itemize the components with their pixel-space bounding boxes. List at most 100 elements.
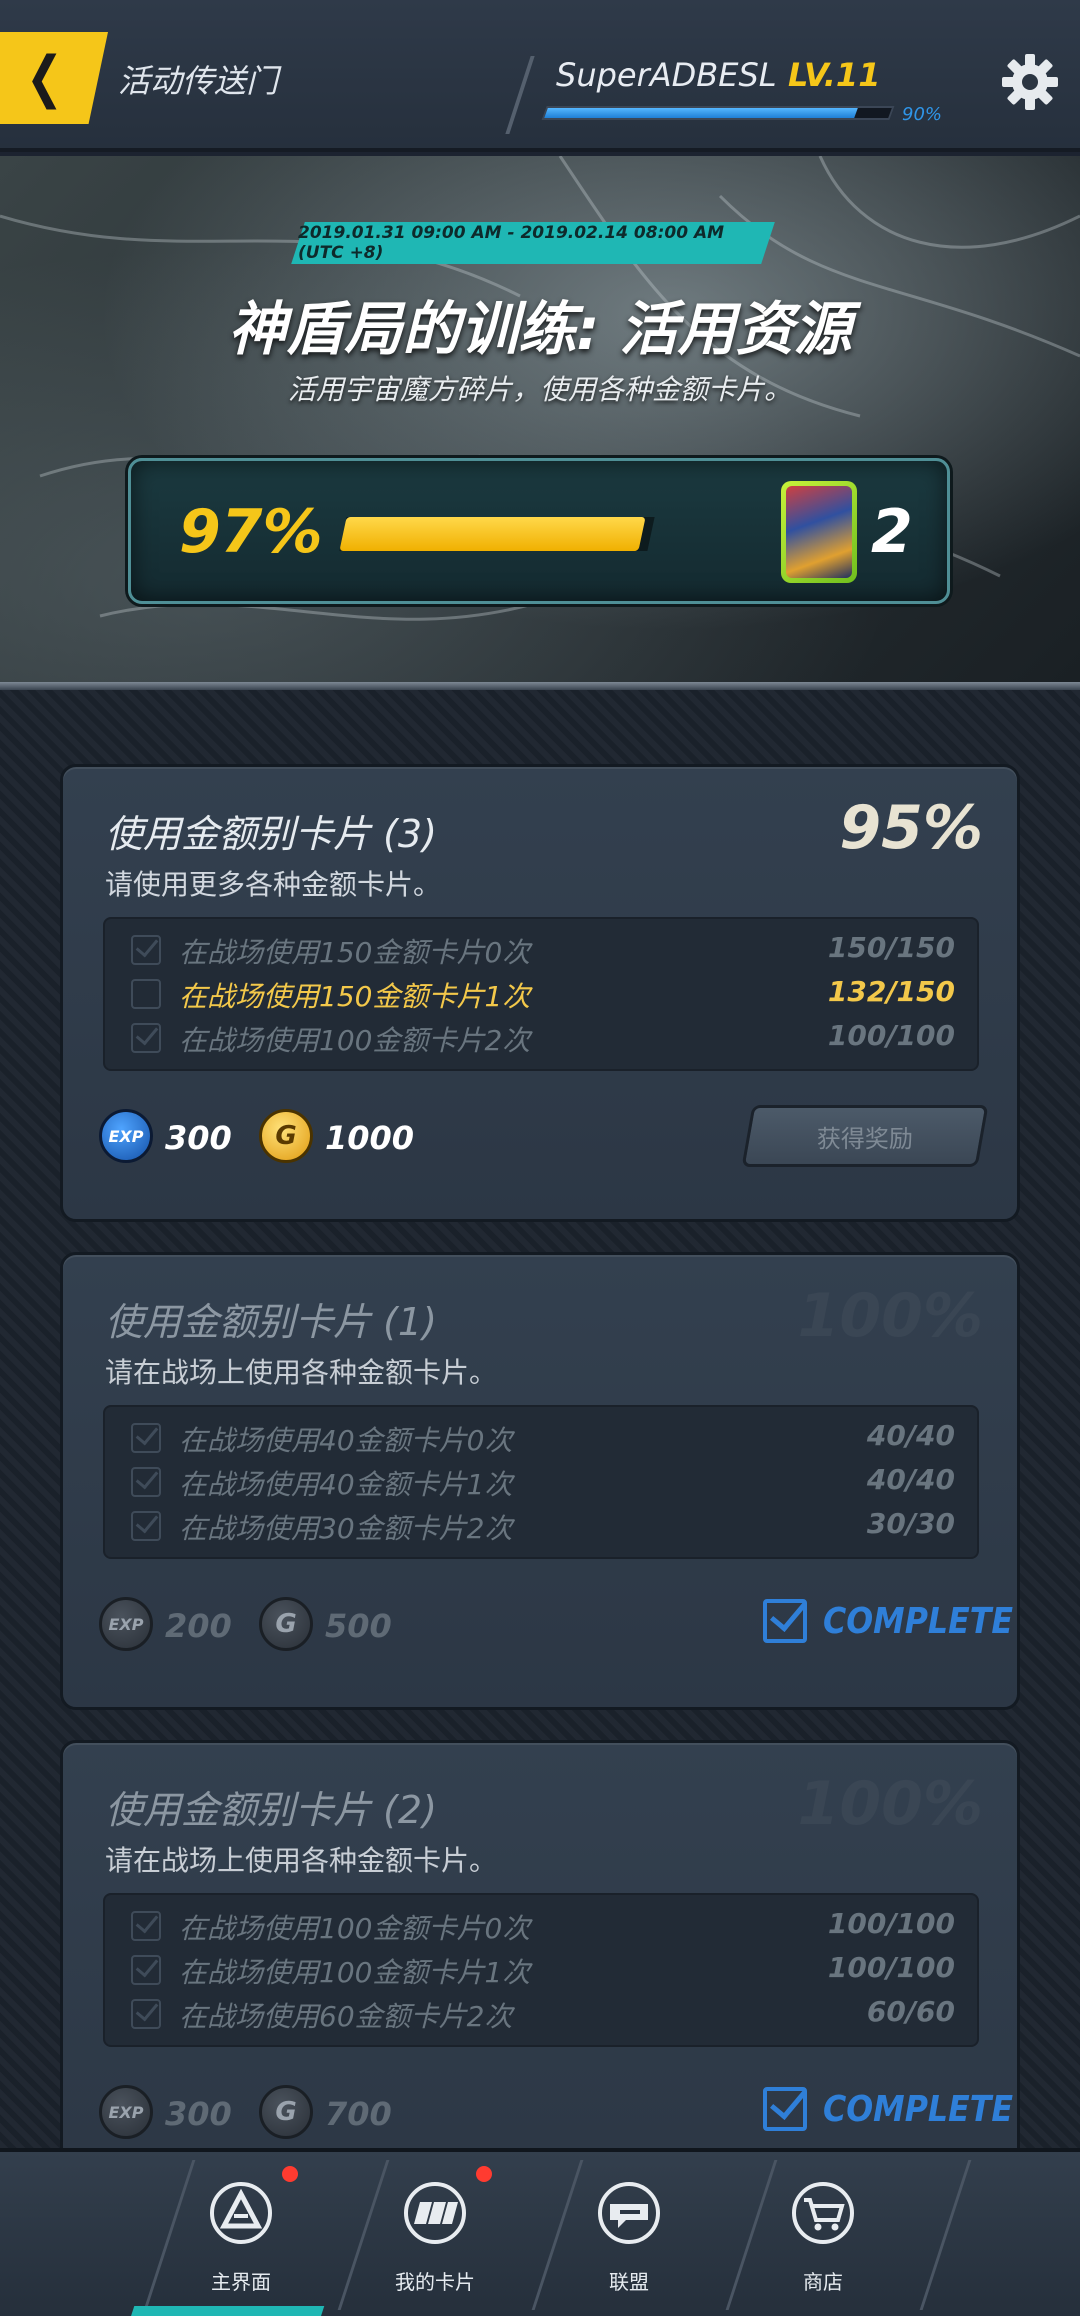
task-progress: 100/100 — [827, 1951, 955, 1984]
gold-coin-icon: G — [259, 2085, 313, 2139]
header-divider — [505, 56, 535, 134]
mission-desc: 请使用更多各种金额卡片。 — [105, 868, 442, 901]
back-chevron-icon: ❮ — [25, 45, 63, 110]
checkbox-icon — [131, 935, 161, 965]
alliance-icon — [598, 2182, 660, 2244]
complete-status: COMPLETE — [763, 2081, 1013, 2141]
complete-label: COMPLETE — [823, 1601, 1014, 1642]
event-progress-fill — [339, 517, 646, 551]
checkbox-icon — [131, 1999, 161, 2029]
mission-card: 使用金额别卡片 (3) 请使用更多各种金额卡片。 95% 在战场使用150金额卡… — [60, 764, 1020, 1222]
claim-reward-label: 获得奖励 — [817, 1124, 913, 1153]
gold-reward: 700 — [325, 2095, 392, 2133]
task-list: 在战场使用40金额卡片0次 40/40 在战场使用40金额卡片1次 40/40 … — [103, 1405, 979, 1559]
task-row: 在战场使用100金额卡片1次 100/100 — [105, 1947, 981, 1991]
task-row: 在战场使用40金额卡片1次 40/40 — [105, 1459, 981, 1503]
gold-reward: 1000 — [325, 1119, 415, 1157]
xp-bar — [541, 106, 895, 120]
page-title: 活动传送门 — [118, 62, 279, 100]
bottom-nav: 主界面 我的卡片 联盟 商店 — [0, 2148, 1080, 2316]
task-row: 在战场使用100金额卡片2次 100/100 — [105, 1015, 981, 1059]
task-progress: 100/100 — [827, 1019, 955, 1052]
gold-reward: 500 — [325, 1607, 392, 1645]
reward-count: 2 — [871, 497, 913, 567]
event-progress-panel: 97% 2 — [128, 458, 950, 604]
task-text: 在战场使用40金额卡片1次 — [179, 1468, 513, 1501]
task-progress: 100/100 — [827, 1907, 955, 1940]
exp-coin-icon: EXP — [99, 1597, 153, 1651]
date-range-text: 2019.01.31 09:00 AM - 2019.02.14 08:00 A… — [298, 223, 725, 263]
task-row: 在战场使用150金额卡片0次 150/150 — [105, 927, 981, 971]
gold-coin-icon: G — [259, 1597, 313, 1651]
notification-badge — [476, 2166, 492, 2182]
shop-cart-icon — [792, 2182, 854, 2244]
task-text: 在战场使用100金额卡片0次 — [179, 1912, 531, 1945]
back-button[interactable]: ❮ — [0, 32, 108, 124]
complete-status: COMPLETE — [763, 1593, 1013, 1653]
notification-badge — [282, 2166, 298, 2182]
banner-divider — [0, 682, 1080, 690]
mission-rewards: EXP 200 G 500 — [99, 1595, 599, 1655]
checkbox-icon — [131, 1467, 161, 1497]
exp-reward: 200 — [165, 1607, 232, 1645]
complete-check-icon — [763, 2087, 807, 2131]
mission-card: 使用金额别卡片 (2) 请在战场上使用各种金额卡片。 100% 在战场使用100… — [60, 1740, 1020, 2148]
checkbox-icon — [131, 1423, 161, 1453]
exp-reward: 300 — [165, 1119, 232, 1157]
task-progress: 150/150 — [827, 931, 955, 964]
task-list: 在战场使用100金额卡片0次 100/100 在战场使用100金额卡片1次 10… — [103, 1893, 979, 2047]
mission-desc: 请在战场上使用各种金额卡片。 — [105, 1356, 498, 1389]
event-date-range: 2019.01.31 09:00 AM - 2019.02.14 08:00 A… — [291, 222, 775, 264]
mission-rewards: EXP 300 G 700 — [99, 2083, 599, 2143]
mission-percent: 100% — [797, 1281, 983, 1351]
cards-icon — [404, 2182, 466, 2244]
mission-desc: 请在战场上使用各种金额卡片。 — [105, 1844, 498, 1877]
exp-reward: 300 — [165, 2095, 232, 2133]
mission-list[interactable]: 使用金额别卡片 (3) 请使用更多各种金额卡片。 95% 在战场使用150金额卡… — [0, 690, 1080, 2148]
nav-label: 主界面 — [211, 2270, 271, 2294]
nav-item-my-cards[interactable]: 我的卡片 — [338, 2152, 532, 2316]
nav-active-indicator — [129, 2306, 325, 2316]
task-text: 在战场使用150金额卡片0次 — [179, 936, 531, 969]
event-subtitle: 活用宇宙魔方碎片，使用各种金额卡片。 — [287, 373, 792, 406]
mission-rewards: EXP 300 G 1000 — [99, 1107, 599, 1167]
mission-title: 使用金额别卡片 (1) — [105, 1300, 437, 1344]
task-progress: 40/40 — [866, 1463, 955, 1496]
xp-bar-fill — [544, 108, 858, 118]
complete-check-icon — [763, 1599, 807, 1643]
nav-item-shop[interactable]: 商店 — [726, 2152, 920, 2316]
event-progress-percent: 97% — [179, 497, 323, 567]
top-bar: ❮ 活动传送门 SuperADBESL LV.11 90% — [0, 0, 1080, 152]
username: SuperADBESL — [556, 56, 777, 94]
nav-label: 商店 — [803, 2270, 843, 2294]
mission-percent: 100% — [797, 1769, 983, 1839]
exp-coin-icon: EXP — [99, 2085, 153, 2139]
task-progress: 60/60 — [866, 1995, 955, 2028]
nav-item-alliance[interactable]: 联盟 — [532, 2152, 726, 2316]
task-text: 在战场使用150金额卡片1次 — [179, 980, 531, 1013]
nav-item-home[interactable]: 主界面 — [144, 2152, 338, 2316]
task-text: 在战场使用30金额卡片2次 — [179, 1512, 513, 1545]
event-progress-bar — [339, 517, 655, 551]
task-progress: 40/40 — [866, 1419, 955, 1452]
checkbox-icon — [131, 1911, 161, 1941]
home-icon — [210, 2182, 272, 2244]
task-text: 在战场使用60金额卡片2次 — [179, 2000, 513, 2033]
task-row: 在战场使用150金额卡片1次 132/150 — [105, 971, 981, 1015]
claim-reward-button[interactable]: 获得奖励 — [741, 1105, 989, 1167]
mission-title: 使用金额别卡片 (2) — [105, 1788, 437, 1832]
task-row: 在战场使用40金额卡片0次 40/40 — [105, 1415, 981, 1459]
complete-label: COMPLETE — [823, 2089, 1014, 2130]
card-pack-icon[interactable] — [781, 481, 857, 583]
task-progress: 132/150 — [827, 975, 955, 1008]
task-row: 在战场使用60金额卡片2次 60/60 — [105, 1991, 981, 2035]
gear-icon[interactable] — [1000, 52, 1060, 112]
card-pack-art — [786, 486, 852, 578]
xp-percent: 90% — [902, 104, 943, 125]
mission-card: 使用金额别卡片 (1) 请在战场上使用各种金额卡片。 100% 在战场使用40金… — [60, 1252, 1020, 1710]
exp-coin-icon: EXP — [99, 1109, 153, 1163]
checkbox-icon — [131, 1955, 161, 1985]
task-list: 在战场使用150金额卡片0次 150/150 在战场使用150金额卡片1次 13… — [103, 917, 979, 1071]
checkbox-icon — [131, 1511, 161, 1541]
nav-label: 我的卡片 — [395, 2270, 475, 2294]
